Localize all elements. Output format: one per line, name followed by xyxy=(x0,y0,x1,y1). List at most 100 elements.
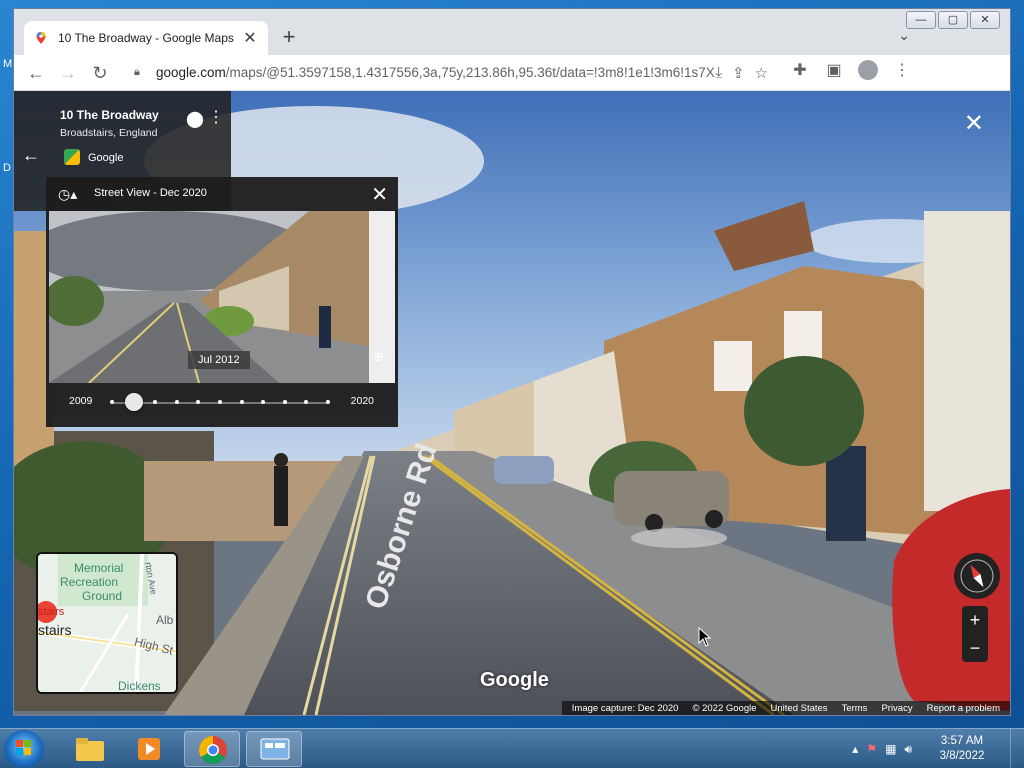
mouse-pointer-icon xyxy=(698,627,712,647)
tab-strip: 10 The Broadway - Google Maps ✕ + ⌄ — ▢ … xyxy=(14,9,1010,55)
url-path: /maps/@51.3597158,1.4317556,3a,75y,213.8… xyxy=(225,65,716,80)
selected-capture-date: Jul 2012 xyxy=(188,351,250,369)
maps-favicon-icon xyxy=(36,32,46,44)
zoom-controls: + − xyxy=(962,606,988,662)
reload-button[interactable]: ↻ xyxy=(84,57,116,89)
timeline-point[interactable] xyxy=(174,400,179,404)
bookmark-star-icon[interactable]: ☆ xyxy=(755,64,768,82)
forward-button[interactable]: → xyxy=(52,57,84,89)
timeline-point[interactable] xyxy=(326,400,330,404)
close-timeline-icon[interactable]: ✕ xyxy=(371,182,388,207)
browser-toolbar: ← → ↻ 🔒︎ google.com/maps/@51.3597158,1.4… xyxy=(14,55,1010,91)
url-text[interactable]: google.com/maps/@51.3597158,1.4317556,3a… xyxy=(156,65,715,80)
control-panel-icon xyxy=(260,738,290,760)
folder-icon xyxy=(76,738,104,761)
timeline-slider-knob[interactable] xyxy=(124,393,143,411)
place-name: 10 The Broadway xyxy=(60,108,159,122)
maximize-button[interactable]: ▢ xyxy=(938,11,968,29)
toolbar-right: ✚ ▣ ⋮ xyxy=(786,60,916,85)
new-tab-button[interactable]: + xyxy=(276,25,302,51)
volume-icon[interactable]: 🔊︎ xyxy=(904,742,912,757)
timeline-end-year: 2020 xyxy=(350,395,374,407)
google-watermark: Google xyxy=(480,669,549,691)
terms-link[interactable]: Terms xyxy=(842,703,868,714)
minimap[interactable]: Memorial Recreation Ground stairs stairs… xyxy=(36,552,178,694)
back-button[interactable]: ← xyxy=(20,57,52,89)
tab-close-icon[interactable]: ✕ xyxy=(242,28,258,48)
taskbar-control-panel[interactable] xyxy=(246,731,302,767)
privacy-link[interactable]: Privacy xyxy=(881,703,912,714)
report-problem-link[interactable]: Report a problem xyxy=(927,703,1000,714)
tab-google-maps[interactable]: 10 The Broadway - Google Maps ✕ xyxy=(24,21,268,55)
timeline-point[interactable] xyxy=(239,400,244,404)
share-icon[interactable]: ⇪ xyxy=(732,64,745,82)
compass-icon[interactable] xyxy=(954,553,1000,599)
tray-icons: ▴ ⚑ ▦ 🔊︎ xyxy=(852,742,912,757)
close-window-button[interactable]: ✕ xyxy=(970,11,1000,29)
clock-time: 3:57 AM xyxy=(940,735,984,747)
start-button[interactable] xyxy=(4,730,44,768)
tab-title: 10 The Broadway - Google Maps xyxy=(58,31,234,45)
show-hidden-icons-icon[interactable]: ▴ xyxy=(852,742,858,757)
minimap-label: stairs xyxy=(38,606,65,618)
imagery-provider: Google xyxy=(88,152,124,164)
clock-date: 3/8/2022 xyxy=(939,750,985,762)
close-street-view-icon[interactable]: ✕ xyxy=(964,109,984,138)
zoom-in-magnifier-icon[interactable]: ⊕ xyxy=(373,349,384,365)
show-desktop-button[interactable] xyxy=(1010,729,1024,768)
more-options-icon[interactable]: ⋮ xyxy=(208,107,224,127)
back-arrow-icon[interactable]: ← xyxy=(22,145,40,166)
timeline-point[interactable] xyxy=(304,400,309,404)
install-app-icon[interactable]: ⤓ xyxy=(715,64,722,82)
chrome-icon xyxy=(199,736,227,764)
taskbar-chrome[interactable] xyxy=(184,731,240,767)
side-panel-icon[interactable]: ▣ xyxy=(820,60,848,85)
extensions-puzzle-icon[interactable]: ✚ xyxy=(786,60,814,85)
image-capture-date: Image capture: Dec 2020 xyxy=(571,702,679,714)
timeline-slider[interactable] xyxy=(110,393,330,411)
omnibox-actions: ⤓ ⇪ ☆ xyxy=(715,64,768,82)
zoom-out-button[interactable]: − xyxy=(962,634,988,662)
timeline-start-year: 2009 xyxy=(69,395,93,407)
minimap-label: Recreation xyxy=(60,575,119,589)
minimap-label: Ground xyxy=(82,589,123,603)
minimap-label: stairs xyxy=(38,622,72,638)
lock-icon[interactable]: 🔒︎ xyxy=(134,66,146,79)
timeline-point[interactable] xyxy=(261,400,266,404)
timeline-point[interactable] xyxy=(282,400,287,404)
taskbar-clock[interactable]: 3:57 AM 3/8/2022 xyxy=(930,734,994,764)
system-tray: ▴ ⚑ ▦ 🔊︎ 3:57 AM 3/8/2022 xyxy=(852,729,1024,768)
taskbar-explorer[interactable] xyxy=(62,731,118,767)
window-controls: — ▢ ✕ xyxy=(906,11,1000,29)
attribution-footer: Image capture: Dec 2020 © 2022 Google Un… xyxy=(561,701,1010,715)
minimap-label: Memorial xyxy=(74,561,124,575)
timeline-point[interactable] xyxy=(153,400,158,404)
minimap-label: Dickens xyxy=(118,679,161,693)
minimap-label: Alb xyxy=(156,613,174,627)
timeline-title: Street View - Dec 2020 xyxy=(94,187,207,199)
copyright: © 2022 Google xyxy=(692,702,757,714)
chrome-window: 10 The Broadway - Google Maps ✕ + ⌄ — ▢ … xyxy=(13,8,1011,716)
taskbar-media-player[interactable] xyxy=(122,731,178,767)
timeline-point[interactable] xyxy=(196,400,201,404)
street-view-timeline-panel: ◷▴ Street View - Dec 2020 ✕ Jul 2012 ⊕ 2… xyxy=(46,177,398,427)
address-bar[interactable]: 🔒︎ google.com/maps/@51.3597158,1.4317556… xyxy=(124,59,774,87)
menu-kebab-icon[interactable]: ⋮ xyxy=(888,60,916,85)
url-host: google.com xyxy=(156,65,226,80)
desktop-icon-label: M xyxy=(3,58,13,70)
desktop-icon-label: D xyxy=(3,162,11,174)
country-link[interactable]: United States xyxy=(771,703,828,714)
timeline-point[interactable] xyxy=(110,400,114,404)
timeline-point[interactable] xyxy=(218,400,222,404)
history-clock-icon[interactable]: ◷▴ xyxy=(58,186,77,203)
place-subtitle: Broadstairs, England xyxy=(60,127,158,139)
location-pin-icon[interactable]: ⬤ xyxy=(186,109,204,129)
tab-search-chevron-icon[interactable]: ⌄ xyxy=(898,27,910,44)
zoom-in-button[interactable]: + xyxy=(962,606,988,634)
network-icon[interactable]: ▦ xyxy=(885,742,896,757)
action-center-flag-icon[interactable]: ⚑ xyxy=(866,742,877,757)
profile-avatar[interactable] xyxy=(854,60,882,85)
minimize-button[interactable]: — xyxy=(906,11,936,29)
street-view-viewport[interactable]: Osborne Rd ← 10 The Broadway Broadstairs… xyxy=(14,91,1010,715)
google-maps-logo xyxy=(64,149,80,165)
